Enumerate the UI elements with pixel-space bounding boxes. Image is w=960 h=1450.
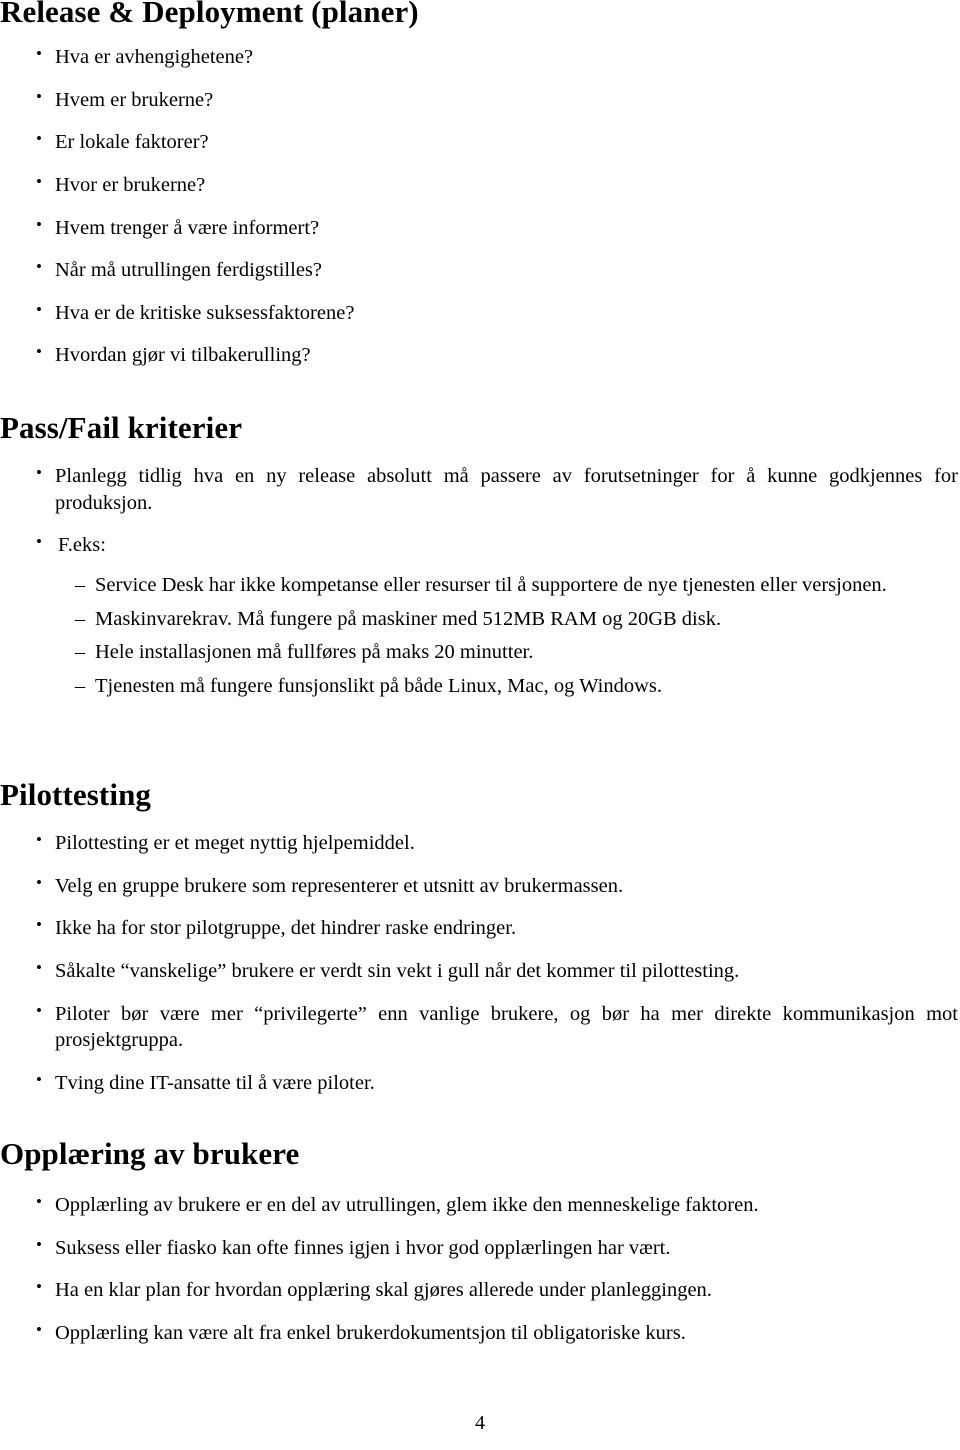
passfail-sublist: Service Desk har ikke kompetanse eller r… bbox=[0, 572, 958, 707]
list-item: Opplærling kan være alt fra enkel bruker… bbox=[0, 1319, 958, 1347]
list-item: Ikke ha for stor pilotgruppe, det hindre… bbox=[0, 914, 958, 942]
opplaering-section-header: Opplæring av brukere bbox=[0, 1136, 958, 1171]
list-item: Hva er avhengighetene? bbox=[0, 43, 958, 71]
list-item: Ha en klar plan for hvordan opplæring sk… bbox=[0, 1276, 958, 1304]
list-item: Hvem trenger å være informert? bbox=[0, 214, 958, 242]
section-heading: Pilottesting bbox=[0, 777, 152, 812]
opplaering-list: Opplærling av brukere er en del av utrul… bbox=[0, 1191, 958, 1363]
sub-list-item: Tjenesten må fungere funsjonslikt på båd… bbox=[0, 673, 958, 700]
list-item: Velg en gruppe brukere som representerer… bbox=[0, 872, 958, 900]
passfail-list: Planlegg tidlig hva en ny release absolu… bbox=[0, 462, 958, 575]
page-title: Release & Deployment (planer) bbox=[0, 0, 419, 29]
list-item: Hvor er brukerne? bbox=[0, 171, 958, 199]
list-item: Planlegg tidlig hva en ny release absolu… bbox=[0, 462, 958, 516]
list-item: Såkalte “vanskelige” brukere er verdt si… bbox=[0, 957, 958, 985]
intro-question-list: Hva er avhengighetene? Hvem er brukerne?… bbox=[0, 43, 958, 385]
list-item: Hvem er brukerne? bbox=[0, 86, 958, 114]
list-item: Pilottesting er et meget nyttig hjelpemi… bbox=[0, 829, 958, 857]
document-page: Release & Deployment (planer) Hva er avh… bbox=[0, 0, 960, 1450]
pilottesting-list: Pilottesting er et meget nyttig hjelpemi… bbox=[0, 829, 958, 1112]
list-item: Piloter bør være mer “privilegerte” enn … bbox=[0, 1000, 958, 1054]
list-item: Når må utrullingen ferdigstilles? bbox=[0, 256, 958, 284]
list-item: Tving dine IT-ansatte til å være piloter… bbox=[0, 1069, 958, 1097]
pilottesting-section-header: Pilottesting bbox=[0, 777, 958, 812]
sub-list-item: Hele installasjonen må fullføres på maks… bbox=[0, 639, 958, 666]
sub-list-item: Maskinvarekrav. Må fungere på maskiner m… bbox=[0, 606, 958, 633]
list-item: Er lokale faktorer? bbox=[0, 128, 958, 156]
section-heading: Opplæring av brukere bbox=[0, 1136, 300, 1171]
list-item: Opplærling av brukere er en del av utrul… bbox=[0, 1191, 958, 1219]
list-item: Suksess eller fiasko kan ofte finnes igj… bbox=[0, 1234, 958, 1262]
list-item: F.eks: bbox=[0, 531, 958, 559]
list-item: Hvordan gjør vi tilbakerulling? bbox=[0, 341, 958, 369]
list-item: Hva er de kritiske suksessfaktorene? bbox=[0, 299, 958, 327]
passfail-section-header: Pass/Fail kriterier bbox=[0, 410, 958, 445]
sub-list-item: Service Desk har ikke kompetanse eller r… bbox=[0, 572, 958, 599]
page-number: 4 bbox=[475, 1412, 485, 1434]
section-heading: Pass/Fail kriterier bbox=[0, 410, 243, 445]
